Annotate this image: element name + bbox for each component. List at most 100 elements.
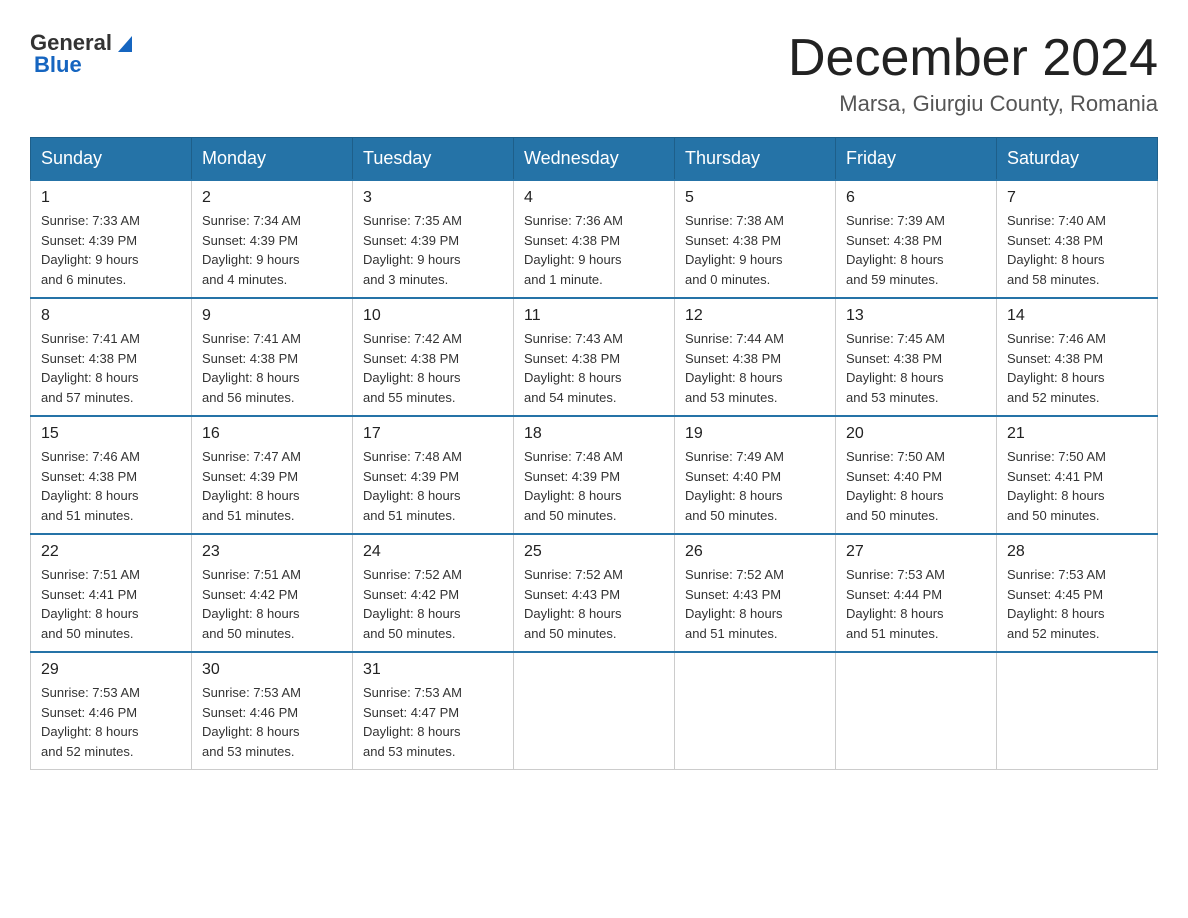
day-info: Sunrise: 7:53 AMSunset: 4:44 PMDaylight:… xyxy=(846,565,986,643)
col-header-wednesday: Wednesday xyxy=(514,138,675,181)
month-title: December 2024 xyxy=(788,30,1158,87)
day-info: Sunrise: 7:38 AMSunset: 4:38 PMDaylight:… xyxy=(685,211,825,289)
day-number: 20 xyxy=(846,425,986,443)
day-number: 12 xyxy=(685,307,825,325)
table-row: 8 Sunrise: 7:41 AMSunset: 4:38 PMDaylight… xyxy=(31,298,192,416)
day-info: Sunrise: 7:53 AMSunset: 4:46 PMDaylight:… xyxy=(41,683,181,761)
day-info: Sunrise: 7:41 AMSunset: 4:38 PMDaylight:… xyxy=(41,329,181,407)
day-info: Sunrise: 7:51 AMSunset: 4:41 PMDaylight:… xyxy=(41,565,181,643)
day-number: 10 xyxy=(363,307,503,325)
table-row xyxy=(514,652,675,770)
day-number: 6 xyxy=(846,189,986,207)
table-row xyxy=(997,652,1158,770)
day-number: 8 xyxy=(41,307,181,325)
day-info: Sunrise: 7:50 AMSunset: 4:41 PMDaylight:… xyxy=(1007,447,1147,525)
day-number: 14 xyxy=(1007,307,1147,325)
day-number: 19 xyxy=(685,425,825,443)
table-row: 29 Sunrise: 7:53 AMSunset: 4:46 PMDayligh… xyxy=(31,652,192,770)
day-info: Sunrise: 7:39 AMSunset: 4:38 PMDaylight:… xyxy=(846,211,986,289)
col-header-saturday: Saturday xyxy=(997,138,1158,181)
day-info: Sunrise: 7:53 AMSunset: 4:47 PMDaylight:… xyxy=(363,683,503,761)
table-row: 25 Sunrise: 7:52 AMSunset: 4:43 PMDayligh… xyxy=(514,534,675,652)
day-info: Sunrise: 7:48 AMSunset: 4:39 PMDaylight:… xyxy=(363,447,503,525)
table-row: 5 Sunrise: 7:38 AMSunset: 4:38 PMDaylight… xyxy=(675,180,836,298)
day-number: 2 xyxy=(202,189,342,207)
day-info: Sunrise: 7:45 AMSunset: 4:38 PMDaylight:… xyxy=(846,329,986,407)
table-row: 18 Sunrise: 7:48 AMSunset: 4:39 PMDayligh… xyxy=(514,416,675,534)
day-info: Sunrise: 7:44 AMSunset: 4:38 PMDaylight:… xyxy=(685,329,825,407)
day-number: 30 xyxy=(202,661,342,679)
day-number: 18 xyxy=(524,425,664,443)
week-row-5: 29 Sunrise: 7:53 AMSunset: 4:46 PMDayligh… xyxy=(31,652,1158,770)
table-row: 24 Sunrise: 7:52 AMSunset: 4:42 PMDayligh… xyxy=(353,534,514,652)
table-row xyxy=(675,652,836,770)
day-info: Sunrise: 7:53 AMSunset: 4:45 PMDaylight:… xyxy=(1007,565,1147,643)
day-info: Sunrise: 7:40 AMSunset: 4:38 PMDaylight:… xyxy=(1007,211,1147,289)
day-number: 16 xyxy=(202,425,342,443)
col-header-monday: Monday xyxy=(192,138,353,181)
title-area: December 2024 Marsa, Giurgiu County, Rom… xyxy=(788,30,1158,117)
table-row: 4Sunrise: 7:36 AMSunset: 4:38 PMDaylight… xyxy=(514,180,675,298)
table-row: 10 Sunrise: 7:42 AMSunset: 4:38 PMDayligh… xyxy=(353,298,514,416)
table-row: 30 Sunrise: 7:53 AMSunset: 4:46 PMDayligh… xyxy=(192,652,353,770)
day-number: 21 xyxy=(1007,425,1147,443)
table-row: 19 Sunrise: 7:49 AMSunset: 4:40 PMDayligh… xyxy=(675,416,836,534)
week-row-2: 8 Sunrise: 7:41 AMSunset: 4:38 PMDaylight… xyxy=(31,298,1158,416)
calendar-header-row: Sunday Monday Tuesday Wednesday Thursday… xyxy=(31,138,1158,181)
table-row: 20Sunrise: 7:50 AMSunset: 4:40 PMDayligh… xyxy=(836,416,997,534)
week-row-1: 1 Sunrise: 7:33 AMSunset: 4:39 PMDaylight… xyxy=(31,180,1158,298)
day-number: 22 xyxy=(41,543,181,561)
day-number: 23 xyxy=(202,543,342,561)
table-row: 9 Sunrise: 7:41 AMSunset: 4:38 PMDaylight… xyxy=(192,298,353,416)
day-info: Sunrise: 7:52 AMSunset: 4:42 PMDaylight:… xyxy=(363,565,503,643)
col-header-tuesday: Tuesday xyxy=(353,138,514,181)
day-number: 13 xyxy=(846,307,986,325)
day-info: Sunrise: 7:48 AMSunset: 4:39 PMDaylight:… xyxy=(524,447,664,525)
day-number: 11 xyxy=(524,307,664,325)
day-info: Sunrise: 7:46 AMSunset: 4:38 PMDaylight:… xyxy=(1007,329,1147,407)
table-row: 26Sunrise: 7:52 AMSunset: 4:43 PMDayligh… xyxy=(675,534,836,652)
day-number: 27 xyxy=(846,543,986,561)
table-row: 31 Sunrise: 7:53 AMSunset: 4:47 PMDayligh… xyxy=(353,652,514,770)
logo: General Blue xyxy=(30,30,136,78)
day-number: 26 xyxy=(685,543,825,561)
table-row: 21 Sunrise: 7:50 AMSunset: 4:41 PMDayligh… xyxy=(997,416,1158,534)
calendar-table: Sunday Monday Tuesday Wednesday Thursday… xyxy=(30,137,1158,770)
logo-blue-text: Blue xyxy=(30,52,82,78)
day-number: 28 xyxy=(1007,543,1147,561)
col-header-sunday: Sunday xyxy=(31,138,192,181)
table-row: 27 Sunrise: 7:53 AMSunset: 4:44 PMDayligh… xyxy=(836,534,997,652)
table-row: 13 Sunrise: 7:45 AMSunset: 4:38 PMDayligh… xyxy=(836,298,997,416)
day-number: 9 xyxy=(202,307,342,325)
day-number: 24 xyxy=(363,543,503,561)
day-number: 31 xyxy=(363,661,503,679)
day-info: Sunrise: 7:47 AMSunset: 4:39 PMDaylight:… xyxy=(202,447,342,525)
table-row: 14 Sunrise: 7:46 AMSunset: 4:38 PMDayligh… xyxy=(997,298,1158,416)
day-info: Sunrise: 7:41 AMSunset: 4:38 PMDaylight:… xyxy=(202,329,342,407)
day-info: Sunrise: 7:51 AMSunset: 4:42 PMDaylight:… xyxy=(202,565,342,643)
day-number: 1 xyxy=(41,189,181,207)
day-info: Sunrise: 7:52 AMSunset: 4:43 PMDaylight:… xyxy=(524,565,664,643)
day-number: 5 xyxy=(685,189,825,207)
day-info: Sunrise: 7:42 AMSunset: 4:38 PMDaylight:… xyxy=(363,329,503,407)
location-title: Marsa, Giurgiu County, Romania xyxy=(788,91,1158,117)
day-info: Sunrise: 7:53 AMSunset: 4:46 PMDaylight:… xyxy=(202,683,342,761)
table-row: 12 Sunrise: 7:44 AMSunset: 4:38 PMDayligh… xyxy=(675,298,836,416)
day-number: 3 xyxy=(363,189,503,207)
col-header-thursday: Thursday xyxy=(675,138,836,181)
day-number: 17 xyxy=(363,425,503,443)
day-info: Sunrise: 7:35 AMSunset: 4:39 PMDaylight:… xyxy=(363,211,503,289)
table-row: 3 Sunrise: 7:35 AMSunset: 4:39 PMDaylight… xyxy=(353,180,514,298)
day-info: Sunrise: 7:36 AMSunset: 4:38 PMDaylight:… xyxy=(524,211,664,289)
day-number: 25 xyxy=(524,543,664,561)
day-info: Sunrise: 7:34 AMSunset: 4:39 PMDaylight:… xyxy=(202,211,342,289)
day-number: 29 xyxy=(41,661,181,679)
table-row: 17 Sunrise: 7:48 AMSunset: 4:39 PMDayligh… xyxy=(353,416,514,534)
day-info: Sunrise: 7:46 AMSunset: 4:38 PMDaylight:… xyxy=(41,447,181,525)
day-info: Sunrise: 7:33 AMSunset: 4:39 PMDaylight:… xyxy=(41,211,181,289)
week-row-3: 15Sunrise: 7:46 AMSunset: 4:38 PMDayligh… xyxy=(31,416,1158,534)
table-row: 28 Sunrise: 7:53 AMSunset: 4:45 PMDayligh… xyxy=(997,534,1158,652)
table-row: 15Sunrise: 7:46 AMSunset: 4:38 PMDayligh… xyxy=(31,416,192,534)
day-info: Sunrise: 7:49 AMSunset: 4:40 PMDaylight:… xyxy=(685,447,825,525)
page-header: General Blue December 2024 Marsa, Giurgi… xyxy=(30,30,1158,117)
